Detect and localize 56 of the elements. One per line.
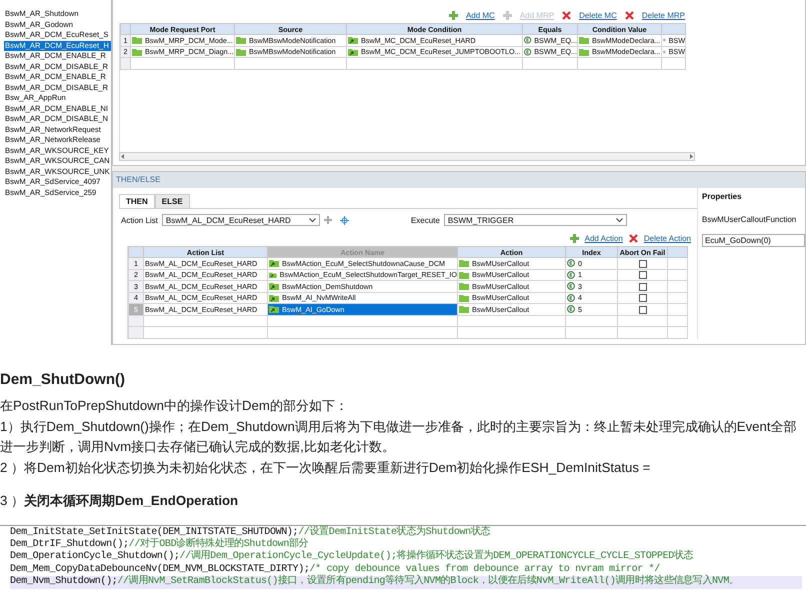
delete-icon[interactable] <box>562 11 572 20</box>
folder-link-icon <box>269 282 279 290</box>
checkbox[interactable] <box>639 260 647 268</box>
tab[interactable]: ELSE <box>154 194 190 208</box>
panel-title: Properties <box>702 192 743 201</box>
tab[interactable]: THEN <box>119 194 155 208</box>
circle-icon <box>524 36 532 44</box>
toolbar-link[interactable]: Add Action <box>584 234 623 243</box>
field-label: Action List <box>121 216 158 224</box>
left-arrow-icon[interactable] <box>120 154 125 159</box>
circle-icon <box>567 259 575 268</box>
circle-icon <box>663 48 666 56</box>
circle-icon <box>663 36 666 44</box>
horizontal-scrollbar[interactable] <box>119 152 695 161</box>
folder-link-icon <box>269 270 277 279</box>
toolbar-link[interactable]: Add MC <box>466 11 495 20</box>
plus-icon[interactable] <box>448 11 458 20</box>
delete-icon[interactable] <box>628 234 638 243</box>
section-title: THEN/ELSE <box>113 172 805 188</box>
paragraph: 2 ）将Dem初始化状态切换为未初始化状态，在下一次唤醒后需要重新进行Dem初始化操作ESH_DemInitStatus = <box>0 458 652 477</box>
folder-link-icon <box>269 259 279 268</box>
circle-icon <box>567 294 575 302</box>
circle-icon <box>567 270 575 279</box>
paragraph: 1）执行Dem_Shutdown()操作；在Dem_Shutdown调用后将为下电做进一步准备，此时的主要宗旨为：终止暂未处理完成确认的Event全部进一步判断，调用Nvm接口去存储已确认完成的数据,比如老化计数。 <box>0 418 798 456</box>
toolbar-link[interactable]: Delete Action <box>644 234 691 243</box>
field-label: BswMUserCalloutFunction <box>702 215 798 224</box>
folder-link-icon <box>348 48 358 56</box>
folder-link-icon <box>269 305 279 314</box>
checkbox[interactable] <box>639 294 647 302</box>
circle-icon <box>567 282 575 290</box>
execute-dropdown[interactable]: BSWM_TRIGGER <box>444 214 627 226</box>
paragraph: 3 ）关闭本循环周期Dem_EndOperation <box>0 492 240 510</box>
section-heading: Dem_ShutDown() <box>0 371 126 388</box>
caret-icon <box>616 218 623 222</box>
delete-icon[interactable] <box>624 11 634 20</box>
checkbox[interactable] <box>639 282 647 291</box>
crosshair-icon[interactable] <box>340 216 349 224</box>
code-line: Dem_OperationCycle_Shutdown();//调用Dem_OperationCycle_CycleUpdate();将操作循环状态设置为DEM_OPERATIONCYCLE_CYCLE_STOPPED状态 <box>10 551 694 564</box>
right-arrow-icon[interactable] <box>689 154 694 159</box>
checkbox[interactable] <box>639 271 647 280</box>
folder-link-icon <box>348 36 358 44</box>
code-line: Dem_Mem_CopyDataDebounceNv(DEM_NVM_BLOCKSTATE_DIRTY);/* copy debounce values from debounce array to nvram mirror */ <box>10 564 660 575</box>
code-line: Dem_InitState_SetInitState(DEM_INITSTATE_SHUTDOWN);//设置DemInitState状态为Shutdown状态 <box>10 526 492 538</box>
circle-icon <box>524 48 532 56</box>
checkbox[interactable] <box>639 306 647 314</box>
paragraph: 在PostRunToPrepShutdown中的操作设计Dem的部分如下： <box>0 397 349 415</box>
callout-function-field[interactable]: EcuM_GoDown(0) <box>702 234 805 247</box>
action-list-dropdown[interactable]: BswM_AL_DCM_EcuReset_HARD <box>162 214 320 226</box>
toolbar-link[interactable]: Delete MC <box>579 11 617 20</box>
toolbar-link[interactable]: Delete MRP <box>642 11 685 20</box>
circle-icon <box>567 305 575 314</box>
code-line: Dem_DtrIF_Shutdown();//对于OBD诊断特殊处理的Shutdown部分 <box>10 538 310 550</box>
folder-link-icon <box>269 294 279 302</box>
caret-icon <box>308 218 316 222</box>
plus-icon[interactable] <box>570 234 579 243</box>
field-label: Execute <box>410 216 440 224</box>
